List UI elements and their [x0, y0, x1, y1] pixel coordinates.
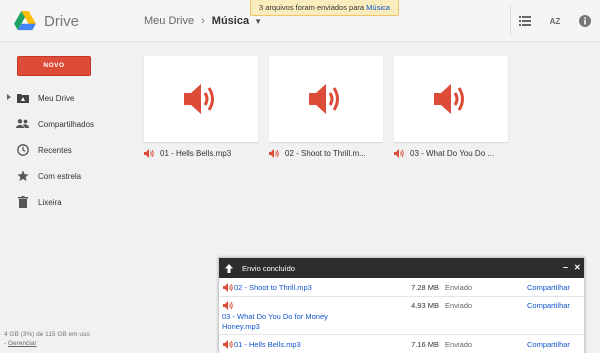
notification-link[interactable]: Música [366, 3, 390, 12]
chevron-down-icon[interactable]: ▼ [254, 17, 262, 26]
storage-info: 4 GB (3%) de 115 GB em uso - Gerenciar [4, 330, 90, 348]
audio-small-icon [223, 301, 233, 310]
upload-panel: Envio concluído – ✕ 02 - Shoot to Thrill… [218, 257, 585, 353]
notification-text: 3 arquivos foram enviados para [259, 3, 365, 12]
upload-file-name[interactable]: 02 - Shoot to Thrill.mp3 [234, 283, 312, 292]
upload-status: Enviado [445, 301, 473, 310]
sidebar-item-label: Compartilhados [38, 119, 95, 129]
file-tile[interactable]: 01 - Hells Bells.mp3 [144, 56, 258, 174]
upload-file-size: 7.28 MB [411, 283, 439, 292]
file-thumbnail[interactable] [144, 56, 258, 142]
audio-icon [434, 84, 464, 114]
audio-small-icon [223, 340, 233, 349]
drive-folder-icon [16, 91, 29, 104]
file-tile[interactable]: 03 - What Do You Do ... [394, 56, 508, 174]
upload-file-name-line1[interactable]: 03 - What Do You Do for Money [222, 312, 328, 321]
list-view-button[interactable] [510, 0, 540, 42]
drive-logo-icon [14, 11, 36, 31]
toolbar: AZ [510, 0, 600, 42]
breadcrumb-root[interactable]: Meu Drive [144, 15, 194, 27]
expand-arrow-icon[interactable] [7, 94, 11, 100]
audio-small-icon [269, 149, 279, 158]
storage-usage: 4 GB (3%) de 115 GB em uso [4, 331, 90, 338]
upload-arrow-icon [225, 263, 233, 273]
file-name: 01 - Hells Bells.mp3 [160, 149, 232, 158]
breadcrumb-current[interactable]: Música [212, 15, 249, 27]
audio-small-icon [223, 283, 233, 292]
upload-panel-title: Envio concluído [242, 263, 295, 273]
upload-row: 01 - Hells Bells.mp3 7.16 MB Enviado Com… [219, 335, 584, 353]
share-link[interactable]: Compartilhar [527, 301, 570, 310]
info-button[interactable] [570, 0, 600, 42]
clock-icon [16, 143, 29, 156]
upload-notification: 3 arquivos foram enviados para Música [250, 0, 399, 16]
upload-status: Enviado [445, 340, 473, 349]
audio-icon [309, 84, 339, 114]
list-icon [519, 16, 531, 26]
app-title: Drive [44, 12, 80, 30]
sort-button[interactable]: AZ [540, 0, 570, 42]
breadcrumb: Meu Drive › Música ▼ [144, 15, 262, 27]
sidebar-item-label: Meu Drive [38, 93, 75, 103]
share-link[interactable]: Compartilhar [527, 340, 570, 349]
file-thumbnail[interactable] [394, 56, 508, 142]
file-name: 03 - What Do You Do ... [410, 149, 495, 158]
sidebar-item-recentes[interactable]: Recentes [0, 137, 130, 163]
audio-small-icon [394, 149, 404, 158]
upload-row: 02 - Shoot to Thrill.mp3 7.28 MB Enviado… [219, 278, 584, 297]
file-label: 02 - Shoot to Thrill.m... [269, 149, 383, 158]
file-label: 01 - Hells Bells.mp3 [144, 149, 258, 158]
sidebar-item-compartilhados[interactable]: Compartilhados [0, 111, 130, 137]
upload-file-name[interactable]: 01 - Hells Bells.mp3 [234, 340, 301, 349]
upload-status: Enviado [445, 283, 473, 292]
sidebar: NOVO Meu Drive Compartilhados Recentes C… [0, 43, 130, 353]
new-button[interactable]: NOVO [17, 56, 91, 76]
share-link[interactable]: Compartilhar [527, 283, 570, 292]
sidebar-nav: Meu Drive Compartilhados Recentes Com es… [0, 85, 130, 215]
star-icon [16, 169, 29, 182]
upload-row: 03 - What Do You Do for Money Honey.mp3 … [219, 297, 584, 335]
sidebar-item-meu-drive[interactable]: Meu Drive [0, 85, 130, 111]
top-bar: Drive Meu Drive › Música ▼ AZ 3 arquivos… [0, 0, 600, 42]
upload-panel-header: Envio concluído – ✕ [219, 258, 584, 278]
file-name: 02 - Shoot to Thrill.m... [285, 149, 366, 158]
sidebar-item-label: Recentes [38, 145, 72, 155]
sort-az-icon: AZ [549, 16, 561, 26]
info-icon [579, 15, 591, 27]
sidebar-item-label: Lixeira [38, 197, 62, 207]
file-label: 03 - What Do You Do ... [394, 149, 508, 158]
audio-small-icon [144, 149, 154, 158]
manage-storage-link[interactable]: Gerenciar [8, 340, 37, 347]
people-icon [16, 117, 29, 130]
logo-area[interactable]: Drive [0, 0, 130, 42]
sidebar-item-label: Com estrela [38, 171, 82, 181]
breadcrumb-separator: › [201, 15, 205, 27]
close-button[interactable]: ✕ [574, 262, 581, 273]
trash-icon [16, 195, 29, 208]
file-tile[interactable]: 02 - Shoot to Thrill.m... [269, 56, 383, 174]
upload-file-size: 7.16 MB [411, 340, 439, 349]
sidebar-item-com-estrela[interactable]: Com estrela [0, 163, 130, 189]
upload-file-name-line2[interactable]: Honey.mp3 [222, 322, 260, 331]
minimize-button[interactable]: – [563, 262, 568, 273]
sidebar-item-lixeira[interactable]: Lixeira [0, 189, 130, 215]
upload-file-size: 4.93 MB [411, 301, 439, 310]
file-thumbnail[interactable] [269, 56, 383, 142]
audio-icon [184, 84, 214, 114]
